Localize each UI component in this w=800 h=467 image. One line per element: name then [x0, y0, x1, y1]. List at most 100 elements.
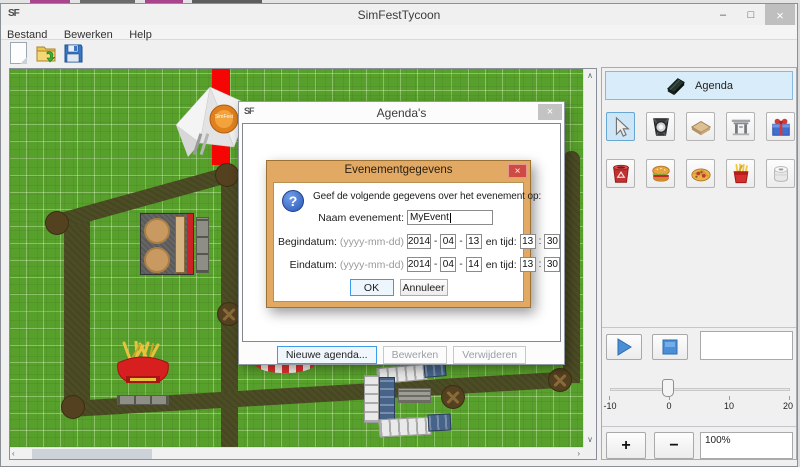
agendas-dialog-title: Agenda's [239, 106, 564, 120]
save-file-button[interactable] [61, 41, 85, 65]
ok-button[interactable]: OK [350, 279, 394, 296]
end-day-input[interactable]: 14 [466, 257, 482, 272]
stage-icon [690, 116, 712, 138]
tool-pizza-stand[interactable] [686, 159, 715, 188]
pizza-icon [690, 163, 712, 185]
text-caret [450, 213, 451, 223]
slider-tick-label: 10 [724, 401, 734, 411]
scroll-down-arrow[interactable]: ∨ [584, 435, 596, 445]
tool-trash-can[interactable] [606, 159, 635, 188]
close-button[interactable]: × [765, 4, 795, 26]
tool-stage-light[interactable] [646, 112, 675, 141]
tool-fries-stand[interactable] [726, 159, 755, 188]
stop-button[interactable] [652, 334, 688, 360]
stop-icon [662, 339, 678, 355]
date-format-hint: (yyyy-mm-dd) [340, 236, 404, 248]
path-marker-x [548, 368, 572, 392]
event-prompt: Geef de volgende gegevens over het evene… [313, 191, 541, 202]
agenda-book-icon [665, 76, 687, 96]
cursor-icon [610, 116, 632, 138]
path-knot [45, 211, 69, 235]
toolbar [1, 40, 797, 67]
open-file-button[interactable] [34, 41, 58, 65]
event-dialog-body: ? Geef de volgende gegevens over het eve… [273, 182, 524, 302]
scroll-right-arrow[interactable]: › [577, 449, 580, 459]
scrollbar-corner [583, 447, 596, 459]
open-file-icon [34, 41, 58, 65]
begin-date-label: Begindatum: (yyyy-mm-dd) [274, 236, 404, 248]
date-format-hint: (yyyy-mm-dd) [340, 259, 404, 271]
agendas-dialog-close-button[interactable]: × [538, 104, 562, 120]
window-title: SimFestTycoon [1, 8, 797, 22]
tool-burger-stand[interactable] [646, 159, 675, 188]
burger-stand-object[interactable] [140, 213, 194, 275]
delete-agenda-button[interactable]: Verwijderen [453, 346, 526, 364]
title-bar[interactable]: SF SimFestTycoon – □ × [1, 4, 797, 26]
entrance-gate-icon [730, 116, 752, 138]
tool-toilet[interactable] [766, 159, 795, 188]
tool-gift-shop[interactable] [766, 112, 795, 141]
main-window: SF SimFestTycoon – □ × Bestand Bewerken … [0, 3, 798, 467]
begin-year-input[interactable]: 2014 [407, 234, 431, 249]
agenda-button-label: Agenda [695, 80, 733, 92]
vertical-scrollbar[interactable]: ∧ ∨ [583, 69, 596, 447]
zoom-in-button[interactable]: + [606, 432, 646, 459]
divider [602, 426, 796, 427]
tool-stage[interactable] [686, 112, 715, 141]
zoom-level-display: 100% [700, 432, 793, 459]
path-left [64, 219, 90, 413]
agendas-dialog-titlebar[interactable]: SF Agenda's × [239, 102, 564, 123]
play-icon [614, 338, 634, 356]
new-file-icon [10, 42, 27, 64]
status-box [700, 331, 793, 360]
end-year-input[interactable]: 2014 [407, 257, 431, 272]
event-name-input[interactable]: MyEvent [407, 210, 493, 225]
new-agenda-button[interactable]: Nieuwe agenda... [277, 346, 377, 364]
path-right [563, 151, 580, 383]
scroll-left-arrow[interactable]: ‹ [12, 449, 15, 459]
zoom-out-button[interactable]: − [654, 432, 694, 459]
minimize-button[interactable]: – [709, 4, 737, 26]
fries-stand-object[interactable] [110, 341, 176, 393]
begin-hour-input[interactable]: 13 [520, 234, 536, 249]
toilet-roll-icon [770, 163, 792, 185]
play-button[interactable] [606, 334, 642, 360]
tent-logo-text: SimFest [215, 114, 234, 120]
trash-can-icon [610, 163, 632, 185]
path-marker-x [441, 385, 465, 409]
end-date-label: Eindatum: (yyyy-mm-dd) [274, 259, 404, 271]
bench[interactable] [117, 395, 169, 405]
sidebar: Agenda [601, 67, 797, 460]
slider-tick-label: -10 [603, 401, 616, 411]
tool-entrance-gate[interactable] [726, 112, 755, 141]
end-hour-input[interactable]: 13 [520, 257, 536, 272]
begin-month-input[interactable]: 04 [440, 234, 456, 249]
cancel-button[interactable]: Annuleer [400, 279, 448, 296]
event-dialog-title[interactable]: Evenementgegevens [267, 164, 530, 176]
horizontal-scrollbar-thumb[interactable] [32, 449, 152, 459]
bench[interactable] [196, 217, 209, 273]
tool-select-cursor[interactable] [606, 112, 635, 141]
speed-slider-thumb[interactable] [662, 379, 674, 397]
stage-light-icon [650, 116, 672, 138]
edit-agenda-button[interactable]: Bewerken [383, 346, 448, 364]
name-label: Naam evenement: [274, 212, 404, 224]
menu-bar: Bestand Bewerken Help [1, 25, 797, 40]
begin-minute-input[interactable]: 30 [544, 234, 560, 249]
maximize-button[interactable]: □ [737, 4, 765, 26]
path-knot [215, 163, 239, 187]
gift-icon [770, 116, 792, 138]
new-file-button[interactable] [7, 41, 31, 65]
horizontal-scrollbar[interactable]: ‹ › [10, 447, 583, 459]
question-icon: ? [282, 190, 304, 212]
slider-tick-label: 20 [783, 401, 793, 411]
scroll-up-arrow[interactable]: ∧ [584, 71, 596, 81]
time-label: en tijd: [486, 259, 517, 271]
time-label: en tijd: [486, 236, 517, 248]
speed-slider-track[interactable] [610, 388, 790, 391]
agenda-button[interactable]: Agenda [605, 71, 793, 100]
end-minute-input[interactable]: 30 [544, 257, 560, 272]
end-month-input[interactable]: 04 [440, 257, 456, 272]
begin-day-input[interactable]: 13 [466, 234, 482, 249]
event-dialog-close-button[interactable]: × [508, 164, 527, 178]
